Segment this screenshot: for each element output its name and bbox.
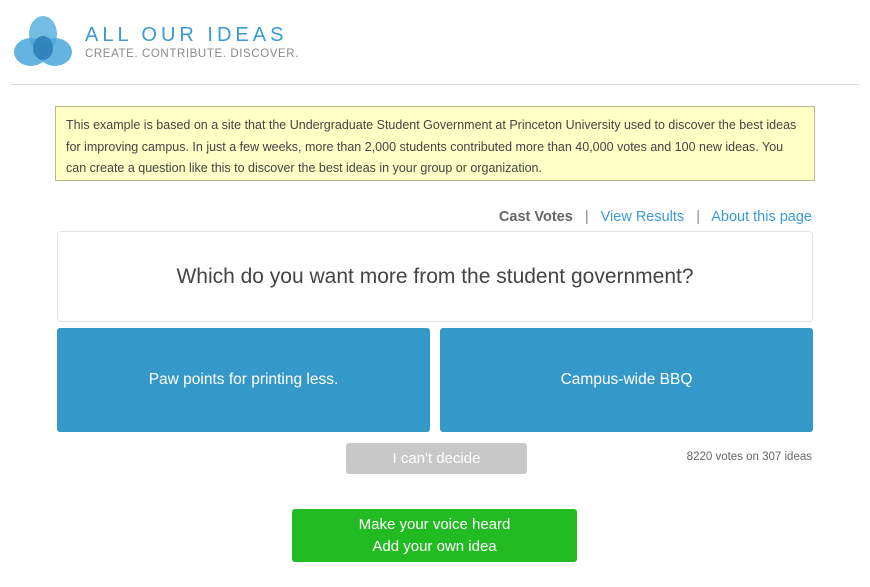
page: ALL OUR IDEAS CREATE. CONTRIBUTE. DISCOV… <box>0 0 870 587</box>
header: ALL OUR IDEAS CREATE. CONTRIBUTE. DISCOV… <box>0 0 870 85</box>
brand-tagline: CREATE. CONTRIBUTE. DISCOVER. <box>85 48 299 60</box>
notice-text: This example is based on a site that the… <box>66 118 797 175</box>
cant-decide-button[interactable]: I can't decide <box>346 443 527 474</box>
question-text: Which do you want more from the student … <box>176 264 694 288</box>
nav-view-results[interactable]: View Results <box>601 209 685 225</box>
nav-about[interactable]: About this page <box>711 209 812 225</box>
nav-cast-votes[interactable]: Cast Votes <box>499 209 573 225</box>
choice-right-label: Campus-wide BBQ <box>560 371 693 388</box>
add-idea-line1: Make your voice heard <box>358 515 511 533</box>
header-divider <box>10 84 860 85</box>
triquetra-logo-icon[interactable] <box>14 16 72 68</box>
page-nav: Cast Votes | View Results | About this p… <box>499 209 812 225</box>
add-idea-button[interactable]: Make your voice heard Add your own idea <box>292 509 577 562</box>
add-idea-line2: Add your own idea <box>372 537 497 555</box>
nav-separator: | <box>696 209 700 225</box>
choice-right-button[interactable]: Campus-wide BBQ <box>440 328 813 432</box>
example-notice: This example is based on a site that the… <box>55 106 815 181</box>
cant-decide-label: I can't decide <box>392 450 481 467</box>
nav-separator: | <box>584 209 589 225</box>
choice-left-label: Paw points for printing less. <box>148 371 339 388</box>
brand-title: ALL OUR IDEAS <box>85 24 288 46</box>
choice-left-button[interactable]: Paw points for printing less. <box>57 328 430 432</box>
vote-stats: 8220 votes on 307 ideas <box>686 451 812 463</box>
question-box: Which do you want more from the student … <box>57 231 813 322</box>
